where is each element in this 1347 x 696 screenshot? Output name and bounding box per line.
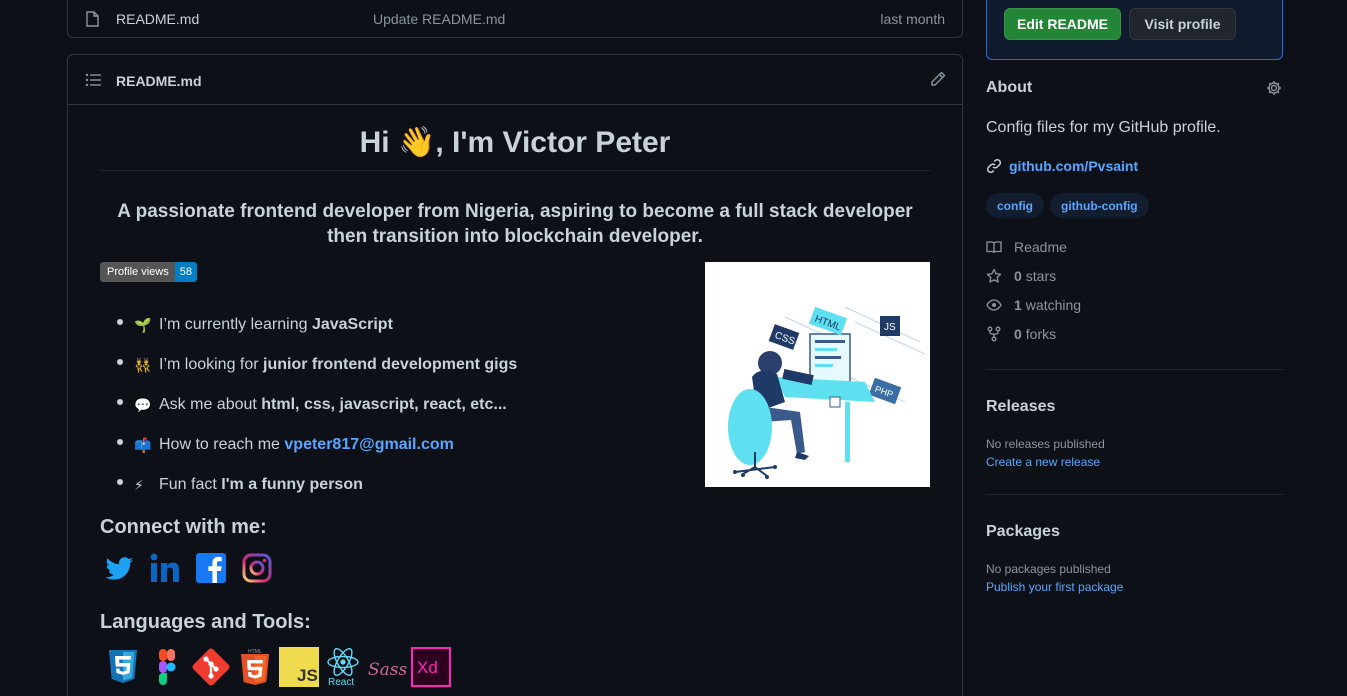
sass-label: Sass xyxy=(368,660,407,680)
visit-profile-button[interactable]: Visit profile xyxy=(1129,8,1236,40)
file-name-link[interactable]: README.md xyxy=(116,11,199,27)
gear-icon[interactable] xyxy=(1266,80,1282,96)
tools-list: HTML JS React Sass Xd xyxy=(103,647,451,687)
profile-views-badge: Profile views 58 xyxy=(100,262,197,282)
list-icon[interactable] xyxy=(85,73,101,87)
watching-link[interactable]: 1 watching xyxy=(986,297,1283,313)
html5-icon[interactable]: HTML xyxy=(235,647,275,687)
xd-label: Xd xyxy=(417,658,438,677)
topics: config github-config xyxy=(986,193,1149,218)
fact-text: I’m currently learning xyxy=(159,316,308,333)
topic-tag[interactable]: config xyxy=(986,193,1044,218)
releases-note: No releases published xyxy=(986,437,1105,451)
mailbox-icon: 📫 xyxy=(134,436,152,453)
about-description: Config files for my GitHub profile. xyxy=(986,119,1221,136)
eye-icon xyxy=(986,299,1002,311)
greeting-text-start: Hi xyxy=(359,126,398,159)
speech-bubble-icon: 💬 xyxy=(134,396,152,413)
forks-link[interactable]: 0 forks xyxy=(986,326,1283,342)
readme-title: README.md xyxy=(116,73,202,89)
readme-box: README.md Hi 👋, I'm Victor Peter A passi… xyxy=(67,54,963,696)
wave-emoji: 👋 xyxy=(397,126,436,159)
tagline: A passionate frontend developer from Nig… xyxy=(117,201,913,247)
commit-date: last month xyxy=(880,11,945,27)
pencil-icon[interactable] xyxy=(930,71,946,87)
website-link-row: github.com/Pvsaint xyxy=(986,158,1138,174)
stars-link[interactable]: 0 stars xyxy=(986,268,1283,284)
list-item: 💬 Ask me about html, css, javascript, rea… xyxy=(100,385,517,425)
readme-label: Readme xyxy=(1014,239,1067,255)
list-item: 🌱 I’m currently learning JavaScript xyxy=(100,305,517,345)
sidebar-divider xyxy=(986,369,1283,370)
watching-label: watching xyxy=(1025,297,1082,313)
sidebar-divider xyxy=(986,494,1283,495)
packages-title[interactable]: Packages xyxy=(986,523,1060,541)
stars-label: stars xyxy=(1025,268,1057,284)
xd-icon[interactable]: Xd xyxy=(411,647,451,687)
edit-readme-button[interactable]: Edit README xyxy=(1004,8,1121,40)
forks-count: 0 xyxy=(1014,326,1022,342)
fact-text: I’m looking for xyxy=(159,356,259,373)
instagram-icon[interactable] xyxy=(241,552,273,584)
forks-label: forks xyxy=(1025,326,1057,342)
link-icon xyxy=(986,158,1002,174)
git-icon[interactable] xyxy=(191,647,231,687)
fact-bold: I'm a funny person xyxy=(221,476,363,493)
commit-message-link[interactable]: Update README.md xyxy=(373,11,505,27)
react-icon[interactable]: React xyxy=(323,647,363,687)
about-title: About xyxy=(986,79,1033,96)
profile-readme-box: Edit README Visit profile xyxy=(986,0,1283,60)
facts-list: 🌱 I’m currently learning JavaScript 👯 I’m … xyxy=(100,305,517,505)
fact-text: How to reach me xyxy=(159,436,280,453)
fork-icon xyxy=(987,326,1001,342)
greeting-text-end: , I'm Victor Peter xyxy=(435,126,671,159)
packages-note: No packages published xyxy=(986,562,1111,576)
seedling-icon: 🌱 xyxy=(134,316,152,333)
facebook-icon[interactable] xyxy=(195,552,227,584)
heading-divider xyxy=(100,170,930,171)
javascript-icon[interactable]: JS xyxy=(279,647,319,687)
javascript-label: JS xyxy=(297,666,318,685)
linkedin-icon[interactable] xyxy=(149,552,181,584)
greeting-heading: Hi 👋, I'm Victor Peter xyxy=(100,125,930,160)
publish-package-link[interactable]: Publish your first package xyxy=(986,580,1123,594)
react-label: React xyxy=(328,677,354,687)
watching-count: 1 xyxy=(1014,297,1022,313)
website-link[interactable]: github.com/Pvsaint xyxy=(1009,158,1138,174)
developer-illustration: HTML CSS JS PHP xyxy=(705,262,930,487)
list-item: 👯 I’m looking for junior frontend develop… xyxy=(100,345,517,385)
readme-link[interactable]: Readme xyxy=(986,239,1283,255)
book-icon xyxy=(986,241,1002,254)
languages-heading: Languages and Tools: xyxy=(100,611,311,633)
badge-value: 58 xyxy=(174,262,197,282)
fact-bold: junior frontend development gigs xyxy=(263,356,518,373)
fact-text: Ask me about xyxy=(159,396,257,413)
sass-icon[interactable]: Sass xyxy=(367,647,407,687)
fact-bold: JavaScript xyxy=(311,316,393,333)
list-item: ⚡ Fun fact I'm a funny person xyxy=(100,465,517,505)
fact-bold: html, css, javascript, react, etc... xyxy=(261,396,507,413)
lightning-icon: ⚡ xyxy=(134,476,144,493)
star-icon xyxy=(986,268,1002,283)
fact-text: Fun fact xyxy=(159,476,217,493)
css3-icon[interactable] xyxy=(103,647,143,687)
twitter-icon[interactable] xyxy=(103,552,135,584)
releases-title[interactable]: Releases xyxy=(986,398,1055,416)
illustration-js-label: JS xyxy=(884,322,896,333)
dancers-icon: 👯 xyxy=(134,356,152,373)
file-icon xyxy=(86,11,99,27)
email-link[interactable]: vpeter817@gmail.com xyxy=(284,436,453,454)
list-item: 📫 How to reach me vpeter817@gmail.com xyxy=(100,425,517,465)
file-row[interactable]: README.md Update README.md last month xyxy=(67,0,963,38)
badge-label: Profile views xyxy=(100,262,175,282)
create-release-link[interactable]: Create a new release xyxy=(986,455,1100,469)
stars-count: 0 xyxy=(1014,268,1022,284)
connect-heading: Connect with me: xyxy=(100,516,267,538)
social-links xyxy=(103,552,273,584)
readme-header: README.md xyxy=(68,55,962,105)
topic-tag[interactable]: github-config xyxy=(1050,193,1149,218)
figma-icon[interactable] xyxy=(147,647,187,687)
